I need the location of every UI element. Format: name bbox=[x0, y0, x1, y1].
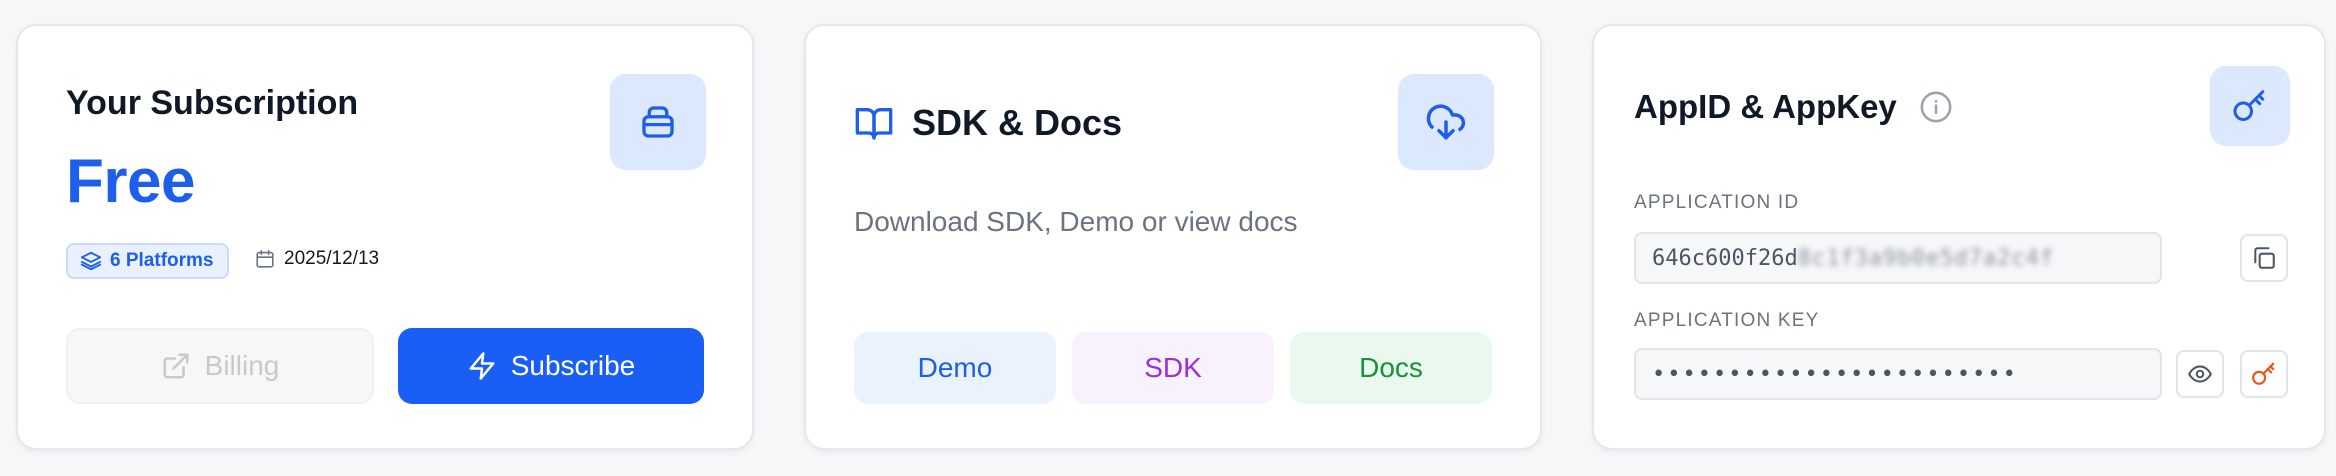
subscribe-button[interactable]: Subscribe bbox=[398, 328, 704, 404]
info-icon[interactable] bbox=[1919, 90, 1953, 124]
key-icon-tile bbox=[2210, 66, 2290, 146]
application-key-label: APPLICATION KEY bbox=[1634, 310, 1820, 331]
key-icon bbox=[2233, 90, 2265, 121]
sdk-title: SDK & Docs bbox=[854, 102, 1122, 144]
sdk-docs-card: SDK & Docs Download SDK, Demo or view do… bbox=[804, 24, 1542, 450]
key-icon bbox=[2252, 362, 2275, 385]
application-id-masked: 8c1f3a9b0e5d7a2c4f bbox=[1797, 245, 2055, 271]
application-key-field[interactable]: •••••••••••••••••••••••• bbox=[1634, 348, 2162, 400]
calendar-icon bbox=[256, 249, 274, 268]
demo-button[interactable]: Demo bbox=[854, 332, 1056, 404]
plan-name: Free bbox=[66, 147, 195, 216]
app-title: AppID & AppKey bbox=[1634, 88, 1953, 126]
platforms-badge: 6 Platforms bbox=[66, 243, 230, 279]
sdk-title-text: SDK & Docs bbox=[912, 102, 1123, 143]
subscription-card: Your Subscription Free 6 Platforms 2025/… bbox=[16, 24, 754, 450]
layers-icon bbox=[80, 251, 102, 271]
platforms-badge-label: 6 Platforms bbox=[110, 250, 214, 271]
cloud-download-icon bbox=[1426, 104, 1466, 140]
package-icon bbox=[642, 106, 674, 138]
app-title-text: AppID & AppKey bbox=[1634, 88, 1897, 125]
external-link-icon bbox=[163, 353, 189, 379]
copy-icon bbox=[2254, 247, 2275, 269]
subscription-title: Your Subscription bbox=[66, 84, 359, 122]
subscribe-button-label: Subscribe bbox=[510, 350, 636, 381]
billing-button-label: Billing bbox=[204, 350, 280, 381]
package-icon-tile bbox=[610, 74, 706, 170]
subscription-date-text: 2025/12/13 bbox=[284, 248, 380, 269]
regenerate-key-button[interactable] bbox=[2240, 350, 2288, 398]
application-id-field[interactable]: 646c600f26d 8c1f3a9b0e5d7a2c4f bbox=[1634, 232, 2162, 284]
app-credentials-card: AppID & AppKey APPLICATION ID 646c600f26… bbox=[1592, 24, 2326, 450]
eye-icon bbox=[2188, 365, 2212, 383]
application-id-label: APPLICATION ID bbox=[1634, 192, 1800, 213]
sdk-description: Download SDK, Demo or view docs bbox=[854, 206, 1298, 237]
billing-button[interactable]: Billing bbox=[66, 328, 374, 404]
zap-icon bbox=[469, 352, 495, 380]
application-key-value: •••••••••••••••••••••••• bbox=[1652, 361, 2018, 387]
cloud-download-icon-tile[interactable] bbox=[1398, 74, 1494, 170]
reveal-key-button[interactable] bbox=[2176, 350, 2224, 398]
copy-button[interactable] bbox=[2240, 234, 2288, 282]
application-id-value: 646c600f26d bbox=[1652, 245, 1798, 271]
docs-button[interactable]: Docs bbox=[1290, 332, 1492, 404]
subscription-date: 2025/12/13 bbox=[254, 248, 379, 270]
sdk-button[interactable]: SDK bbox=[1072, 332, 1274, 404]
book-open-icon bbox=[855, 108, 893, 140]
